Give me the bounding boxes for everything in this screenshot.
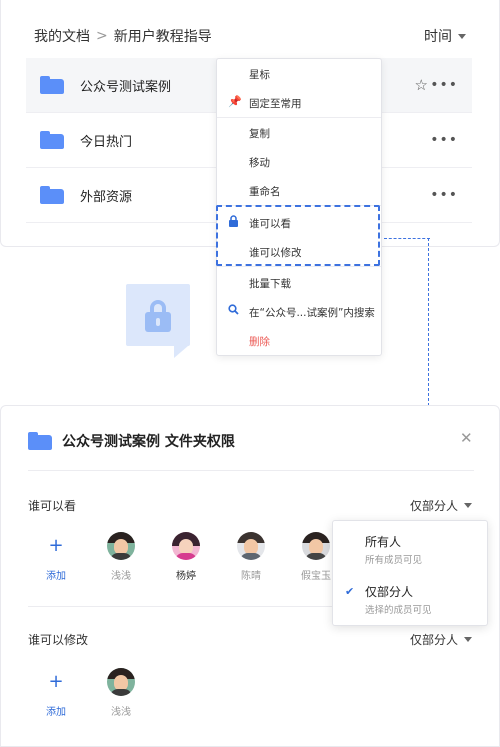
add-viewer-button[interactable]: + 添加 <box>31 532 81 582</box>
member-item[interactable]: 杨婷 <box>161 532 211 582</box>
breadcrumb: 我的文档 > 新用户教程指导 <box>34 26 212 46</box>
menu-item-star[interactable]: 星标 <box>249 67 270 82</box>
sort-dropdown[interactable]: 时间 <box>424 26 466 46</box>
search-icon <box>228 304 239 318</box>
breadcrumb-current: 新用户教程指导 <box>113 29 212 45</box>
member-name: 浅浅 <box>111 707 131 718</box>
menu-item-delete[interactable]: 删除 <box>249 334 270 349</box>
caret-down-icon <box>464 503 472 508</box>
view-scope-dropdown[interactable]: 仅部分人 <box>410 497 472 514</box>
caret-down-icon <box>464 637 472 642</box>
more-icon[interactable]: ••• <box>430 77 458 93</box>
file-name: 公众号测试案例 <box>80 79 172 95</box>
menu-item-move[interactable]: 移动 <box>249 155 270 170</box>
menu-item-rename[interactable]: 重命名 <box>249 184 281 199</box>
option-subtitle: 所有成员可见 <box>365 555 423 566</box>
check-icon: ✔ <box>345 585 355 598</box>
member-item[interactable]: 浅浅 <box>96 532 146 582</box>
add-label: 添加 <box>46 571 66 582</box>
dialog-title: 公众号测试案例 文件夹权限 <box>62 434 235 450</box>
member-name: 陈晴 <box>241 571 261 582</box>
highlight-dashed-box <box>216 205 380 266</box>
member-name: 浅浅 <box>111 571 131 582</box>
member-item[interactable]: 陈晴 <box>226 532 276 582</box>
lock-keyhole <box>156 318 160 326</box>
option-title: 所有人 <box>365 535 402 549</box>
add-label: 添加 <box>46 707 66 718</box>
sort-label: 时间 <box>424 29 452 45</box>
menu-item-search-in-folder[interactable]: 在“公众号...试案例”内搜索 <box>249 305 375 320</box>
member-item[interactable]: 浅浅 <box>96 668 146 718</box>
add-editor-button[interactable]: + 添加 <box>31 668 81 718</box>
folder-icon <box>40 131 64 149</box>
pin-icon: 📌 <box>228 95 242 108</box>
option-title: 仅部分人 <box>365 585 414 599</box>
caret-down-icon <box>458 33 466 39</box>
menu-item-batch-download[interactable]: 批量下载 <box>249 276 291 291</box>
avatar <box>302 532 330 560</box>
menu-divider <box>217 266 381 267</box>
folder-icon <box>40 186 64 204</box>
more-icon[interactable]: ••• <box>430 187 458 203</box>
member-name: 杨婷 <box>176 571 196 582</box>
connector-line <box>384 238 430 239</box>
view-scope-value: 仅部分人 <box>409 499 458 513</box>
option-subtitle: 选择的成员可见 <box>365 605 432 616</box>
plus-icon: + <box>42 668 70 696</box>
avatar <box>107 532 135 560</box>
breadcrumb-separator: > <box>96 28 108 44</box>
plus-icon: + <box>42 532 70 560</box>
menu-item-copy[interactable]: 复制 <box>249 126 270 141</box>
edit-scope-dropdown[interactable]: 仅部分人 <box>410 631 472 648</box>
who-can-view-label: 谁可以看 <box>28 499 77 513</box>
bubble-tail <box>174 346 188 358</box>
more-icon[interactable]: ••• <box>430 132 458 148</box>
avatar <box>172 532 200 560</box>
star-icon[interactable]: ☆ <box>415 76 428 94</box>
file-name: 外部资源 <box>80 189 133 205</box>
avatar <box>107 668 135 696</box>
menu-item-pin[interactable]: 固定至常用 <box>249 96 302 111</box>
folder-icon <box>40 76 64 94</box>
file-name: 今日热门 <box>80 134 133 150</box>
breadcrumb-root[interactable]: 我的文档 <box>34 26 90 46</box>
scope-dropdown-menu: 所有人 所有成员可见 ✔ 仅部分人 选择的成员可见 <box>332 520 488 626</box>
close-icon[interactable]: ✕ <box>460 429 473 447</box>
edit-scope-value: 仅部分人 <box>409 633 458 647</box>
divider <box>28 470 474 471</box>
menu-divider <box>217 117 381 118</box>
who-can-edit-label: 谁可以修改 <box>28 633 89 647</box>
avatar <box>237 532 265 560</box>
